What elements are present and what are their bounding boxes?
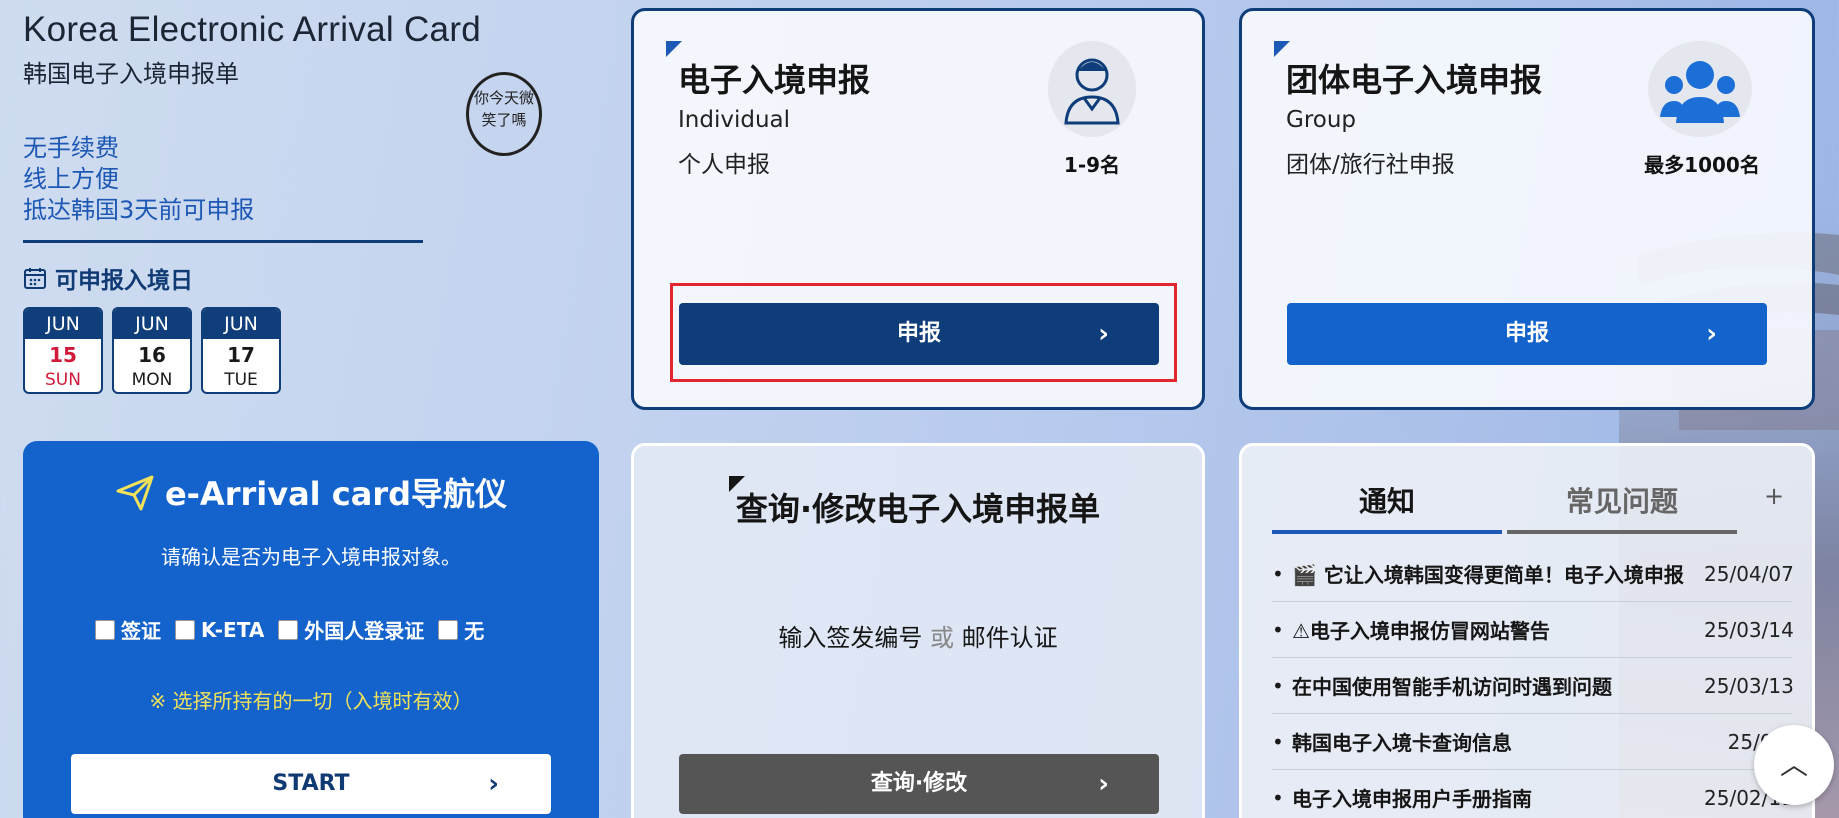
notice-date: 25/03/13 [1704,673,1794,698]
individual-sub-cn: 个人申报 [678,152,770,178]
page-title: Korea Electronic Arrival Card [23,10,482,49]
list-item[interactable]: • 韩国电子入境卡查询信息 25/02/ [1272,714,1792,770]
query-or: 或 [930,624,954,652]
option-label: K-ETA [201,617,265,642]
date-card: JUN 17 TUE [201,307,281,394]
notices-card: 通知 常见问题 + • 🎬 它让入境韩国变得更简单！电子入境申报 25/04/07 … [1239,443,1815,818]
highlight-box [670,283,1177,382]
chevron-up-icon: ︿ [1779,748,1808,781]
checkbox[interactable] [95,619,115,640]
group-sub-en: Group [1286,107,1357,133]
bullet-icon: • [1272,561,1284,586]
query-method-email: 邮件认证 [961,624,1058,652]
navigator-title: e-Arrival card导航仪 [23,469,599,515]
individual-capacity: 1-9名 [1063,153,1121,177]
query-method-number: 输入签发编号 [778,624,923,652]
individual-sub-en: Individual [678,107,791,133]
tab-indicator-active [1272,530,1502,534]
arrival-card-navigator: e-Arrival card导航仪 请确认是否为电子入境申报对象。 签证 K-E… [23,441,599,818]
document-options: 签证 K-ETA 外国人登录证 无 [95,615,484,644]
person-icon [1048,41,1136,137]
chevron-right-icon: › [488,769,499,799]
more-plus-icon[interactable]: + [1764,482,1784,510]
date-list: JUN 15 SUN JUN 16 MON JUN 17 TUE [23,307,583,394]
date-card: JUN 15 SUN [23,307,103,394]
date-day: 17 [227,343,255,367]
tab-faq[interactable]: 常见问题 [1507,480,1737,520]
date-card: JUN 16 MON [112,307,192,394]
feature-item: 线上方便 [23,165,119,193]
tab-notices[interactable]: 通知 [1272,480,1502,520]
button-label: START [272,771,350,796]
query-methods: 输入签发编号 或 邮件认证 [634,618,1202,653]
checkbox[interactable] [438,619,459,640]
chevron-right-icon: › [1706,319,1717,349]
tab-indicator [1507,530,1737,534]
divider [23,240,423,243]
notice-title[interactable]: 电子入境申报用户手册指南 [1292,783,1704,812]
calendar-icon [24,268,46,289]
list-item[interactable]: • 🎬 它让入境韩国变得更简单！电子入境申报 25/04/07 [1272,546,1794,602]
paper-plane-icon [116,475,154,511]
bullet-icon: • [1272,729,1284,754]
query-edit-button[interactable]: 查询·修改 › [679,754,1159,814]
checkbox[interactable] [175,619,195,640]
date-month: JUN [25,309,101,339]
query-title: 查询·修改电子入境申报单 [735,490,1101,528]
chevron-right-icon: › [1098,769,1109,799]
button-label: 查询·修改 [870,771,968,796]
individual-title: 电子入境申报 [678,61,871,99]
bullet-icon: • [1272,785,1284,810]
smile-stamp-logo: 你今天微笑了嗎 [466,72,542,156]
date-weekday: MON [131,370,173,390]
query-card: 查询·修改电子入境申报单 输入签发编号 或 邮件认证 查询·修改 › [631,443,1205,818]
navigator-title-text: e-Arrival card导航仪 [164,475,508,513]
start-button[interactable]: START › [71,754,551,814]
group-card: 团体电子入境申报 Group 团体/旅行社申报 最多1000名 申报 › [1239,8,1815,410]
option-label: 无 [464,619,485,643]
notice-title[interactable]: 韩国电子入境卡查询信息 [1292,727,1704,756]
button-label: 申报 [1504,321,1549,346]
bullet-icon: • [1272,617,1284,642]
list-item[interactable]: • 在中国使用智能手机访问时遇到问题 25/03/13 [1272,658,1794,714]
checkbox[interactable] [278,619,299,640]
bullet-icon: • [1272,673,1284,698]
group-people-icon [1648,41,1752,137]
date-weekday: TUE [224,370,258,390]
date-weekday: SUN [45,370,81,390]
notice-date: 25/04/07 [1704,561,1794,586]
notice-title[interactable]: 在中国使用智能手机访问时遇到问题 [1292,671,1704,700]
option-alien-card[interactable]: 外国人登录证 [278,615,424,644]
notice-title[interactable]: ⚠电子入境申报仿冒网站警告 [1292,615,1704,644]
navigator-note: ※ 选择所持有的一切（入境时有效） [149,689,473,713]
option-label: 外国人登录证 [304,619,425,643]
navigator-subtitle: 请确认是否为电子入境申报对象。 [161,545,461,569]
date-section-label: 可申报入境日 [55,268,193,294]
notice-date: 25/03/14 [1704,617,1794,642]
scroll-to-top-button[interactable]: ︿ [1754,725,1834,805]
feature-item: 抵达韩国3天前可申报 [23,196,255,224]
date-day: 16 [138,343,166,367]
group-title: 团体电子入境申报 [1286,61,1543,99]
notice-list: • 🎬 它让入境韩国变得更简单！电子入境申报 25/04/07 • ⚠电子入境申报仿冒… [1272,546,1794,818]
option-visa[interactable]: 签证 [95,615,161,644]
notice-title[interactable]: 🎬 它让入境韩国变得更简单！电子入境申报 [1292,559,1704,588]
date-month: JUN [203,309,279,339]
list-item[interactable]: • 电子入境申报用户手册指南 25/02/11 [1272,770,1794,818]
date-month: JUN [114,309,190,339]
group-sub-cn: 团体/旅行社申报 [1286,152,1455,178]
option-none[interactable]: 无 [438,615,484,644]
date-day: 15 [49,343,77,367]
option-label: 签证 [121,619,161,643]
group-capacity: 最多1000名 [1644,153,1760,177]
list-item[interactable]: • ⚠电子入境申报仿冒网站警告 25/03/14 [1272,602,1794,658]
group-apply-button[interactable]: 申报 › [1287,303,1767,365]
header-section: Korea Electronic Arrival Card 韩国电子入境申报单 … [23,8,583,394]
date-section-header: 可申报入境日 [23,261,583,295]
option-keta[interactable]: K-ETA [175,618,264,642]
